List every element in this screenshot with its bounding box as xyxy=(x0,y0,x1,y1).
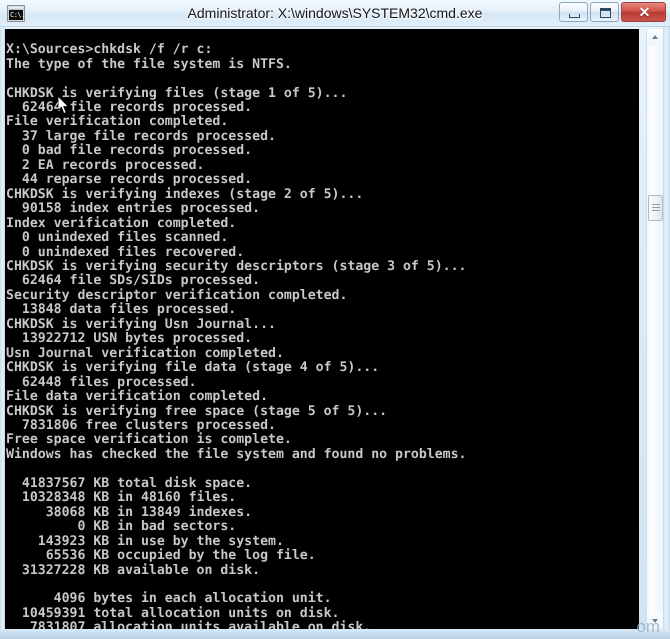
cmd-console-icon[interactable]: C:\. xyxy=(7,5,25,22)
scrollbar-grip-icon xyxy=(652,204,660,212)
close-icon: ✕ xyxy=(638,4,651,20)
console-scrollbar[interactable] xyxy=(646,29,663,629)
scroll-down-arrow-icon xyxy=(652,619,658,623)
window-frame-bottom xyxy=(0,629,670,639)
maximize-icon xyxy=(600,8,611,18)
window-controls[interactable]: ✕ xyxy=(559,2,666,22)
close-button[interactable]: ✕ xyxy=(621,2,666,22)
scroll-up-button[interactable] xyxy=(647,29,663,45)
scroll-down-button[interactable] xyxy=(647,613,663,629)
console-text: X:\Sources>chkdsk /f /r c: The type of t… xyxy=(6,42,467,629)
cmd-window[interactable]: C:\. Administrator: X:\windows\SYSTEM32\… xyxy=(0,0,670,639)
scroll-up-arrow-icon xyxy=(652,35,658,39)
scrollbar-thumb[interactable] xyxy=(648,195,663,221)
minimize-icon xyxy=(569,14,580,18)
window-frame-right xyxy=(663,0,670,639)
icon-prompt-text: C:\. xyxy=(9,10,25,20)
maximize-button[interactable] xyxy=(590,2,619,22)
console-output-area[interactable]: X:\Sources>chkdsk /f /r c: The type of t… xyxy=(5,29,639,629)
minimize-button[interactable] xyxy=(559,2,588,22)
title-bar[interactable]: C:\. Administrator: X:\windows\SYSTEM32\… xyxy=(0,0,670,27)
